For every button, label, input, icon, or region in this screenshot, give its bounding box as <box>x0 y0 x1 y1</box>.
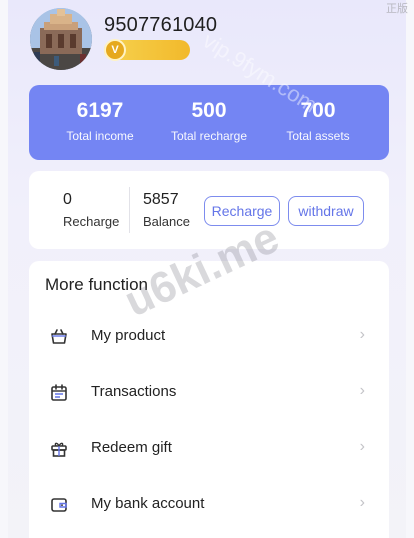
menu-item-my-bank-account[interactable]: My bank account › <box>29 477 389 533</box>
menu-item-label: Redeem gift <box>91 439 172 456</box>
total-income-label: Total income <box>66 129 134 143</box>
calendar-icon <box>51 384 67 401</box>
total-recharge-label: Total recharge <box>170 129 248 143</box>
chevron-right-icon: › <box>359 326 365 343</box>
right-edge <box>406 0 414 538</box>
user-phone-number: 9507761040 <box>104 14 218 36</box>
basket-icon <box>51 329 67 344</box>
wallet-divider <box>129 187 130 233</box>
withdraw-button[interactable]: withdraw <box>288 196 364 226</box>
menu-item-transactions[interactable]: Transactions › <box>29 365 389 421</box>
recharge-summary: 0 Recharge <box>63 191 119 229</box>
temple-photo-icon <box>30 8 92 70</box>
more-function-title: More function <box>45 275 148 294</box>
account-stats-card: 6197 Total income 500 Total recharge 700… <box>29 85 389 160</box>
menu-item-label: My bank account <box>91 495 205 512</box>
total-assets-label: Total assets <box>286 129 350 143</box>
recharge-button[interactable]: Recharge <box>204 196 280 226</box>
vip-level-badge: V <box>104 39 190 61</box>
wallet-card: 0 Recharge 5857 Balance Recharge withdra… <box>29 171 389 249</box>
chevron-right-icon: › <box>359 438 365 455</box>
menu-item-label: My product <box>91 327 166 344</box>
recharge-label: Recharge <box>63 214 120 229</box>
profile-header: 9507761040 V <box>30 8 390 72</box>
balance-label: Balance <box>143 214 190 229</box>
stat-total-recharge: 500 Total recharge <box>154 99 264 143</box>
menu-item-my-product[interactable]: My product › <box>29 309 389 365</box>
recharge-value: 0 <box>63 191 72 208</box>
vip-medal-icon: V <box>104 39 126 61</box>
avatar[interactable] <box>30 8 92 70</box>
total-income-value: 6197 <box>76 99 124 122</box>
left-edge <box>0 0 8 538</box>
balance-value: 5857 <box>143 191 179 208</box>
menu-item-label: Transactions <box>91 383 177 400</box>
gift-icon <box>51 442 67 457</box>
stat-total-income: 6197 Total income <box>45 99 155 143</box>
total-assets-value: 700 <box>300 99 336 122</box>
stat-total-assets: 700 Total assets <box>263 99 373 143</box>
balance-summary: 5857 Balance <box>143 191 190 229</box>
chevron-right-icon: › <box>359 494 365 511</box>
more-function-card: More function My product › Transactions … <box>29 261 389 538</box>
chevron-right-icon: › <box>359 382 365 399</box>
wallet-icon <box>51 498 67 512</box>
total-recharge-value: 500 <box>191 99 227 122</box>
menu-item-redeem-gift[interactable]: Redeem gift › <box>29 421 389 477</box>
